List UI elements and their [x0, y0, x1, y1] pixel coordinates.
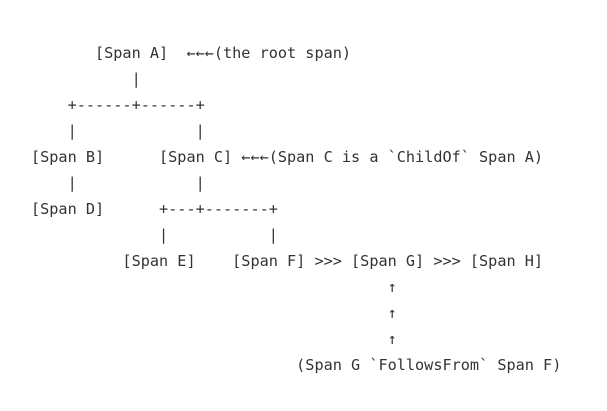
span-b-and-span-c-line: [Span B] [Span C] ←←←(Span C is a `Child…	[31, 148, 544, 166]
up-arrow-icon: ↑	[31, 330, 397, 348]
span-a-branch-drops: | |	[31, 122, 205, 140]
span-a-branch: +------+------+	[31, 96, 205, 114]
follows-from-annotation: (Span G `FollowsFrom` Span F)	[31, 356, 562, 374]
span-c-branch-drops: | |	[31, 226, 278, 244]
span-a-root-line: [Span A] ←←←(the root span)	[31, 44, 352, 62]
span-a-connector: |	[31, 70, 141, 88]
up-arrow-icon: ↑	[31, 278, 397, 296]
span-e-f-g-h-line: [Span E] [Span F] >>> [Span G] >>> [Span…	[31, 252, 544, 270]
up-arrow-icon: ↑	[31, 304, 397, 322]
span-relationship-diagram: [Span A] ←←←(the root span) | +------+--…	[0, 0, 607, 411]
span-d-and-span-c-branch: [Span D] +---+-------+	[31, 200, 278, 218]
span-b-and-span-c-connectors: | |	[31, 174, 205, 192]
